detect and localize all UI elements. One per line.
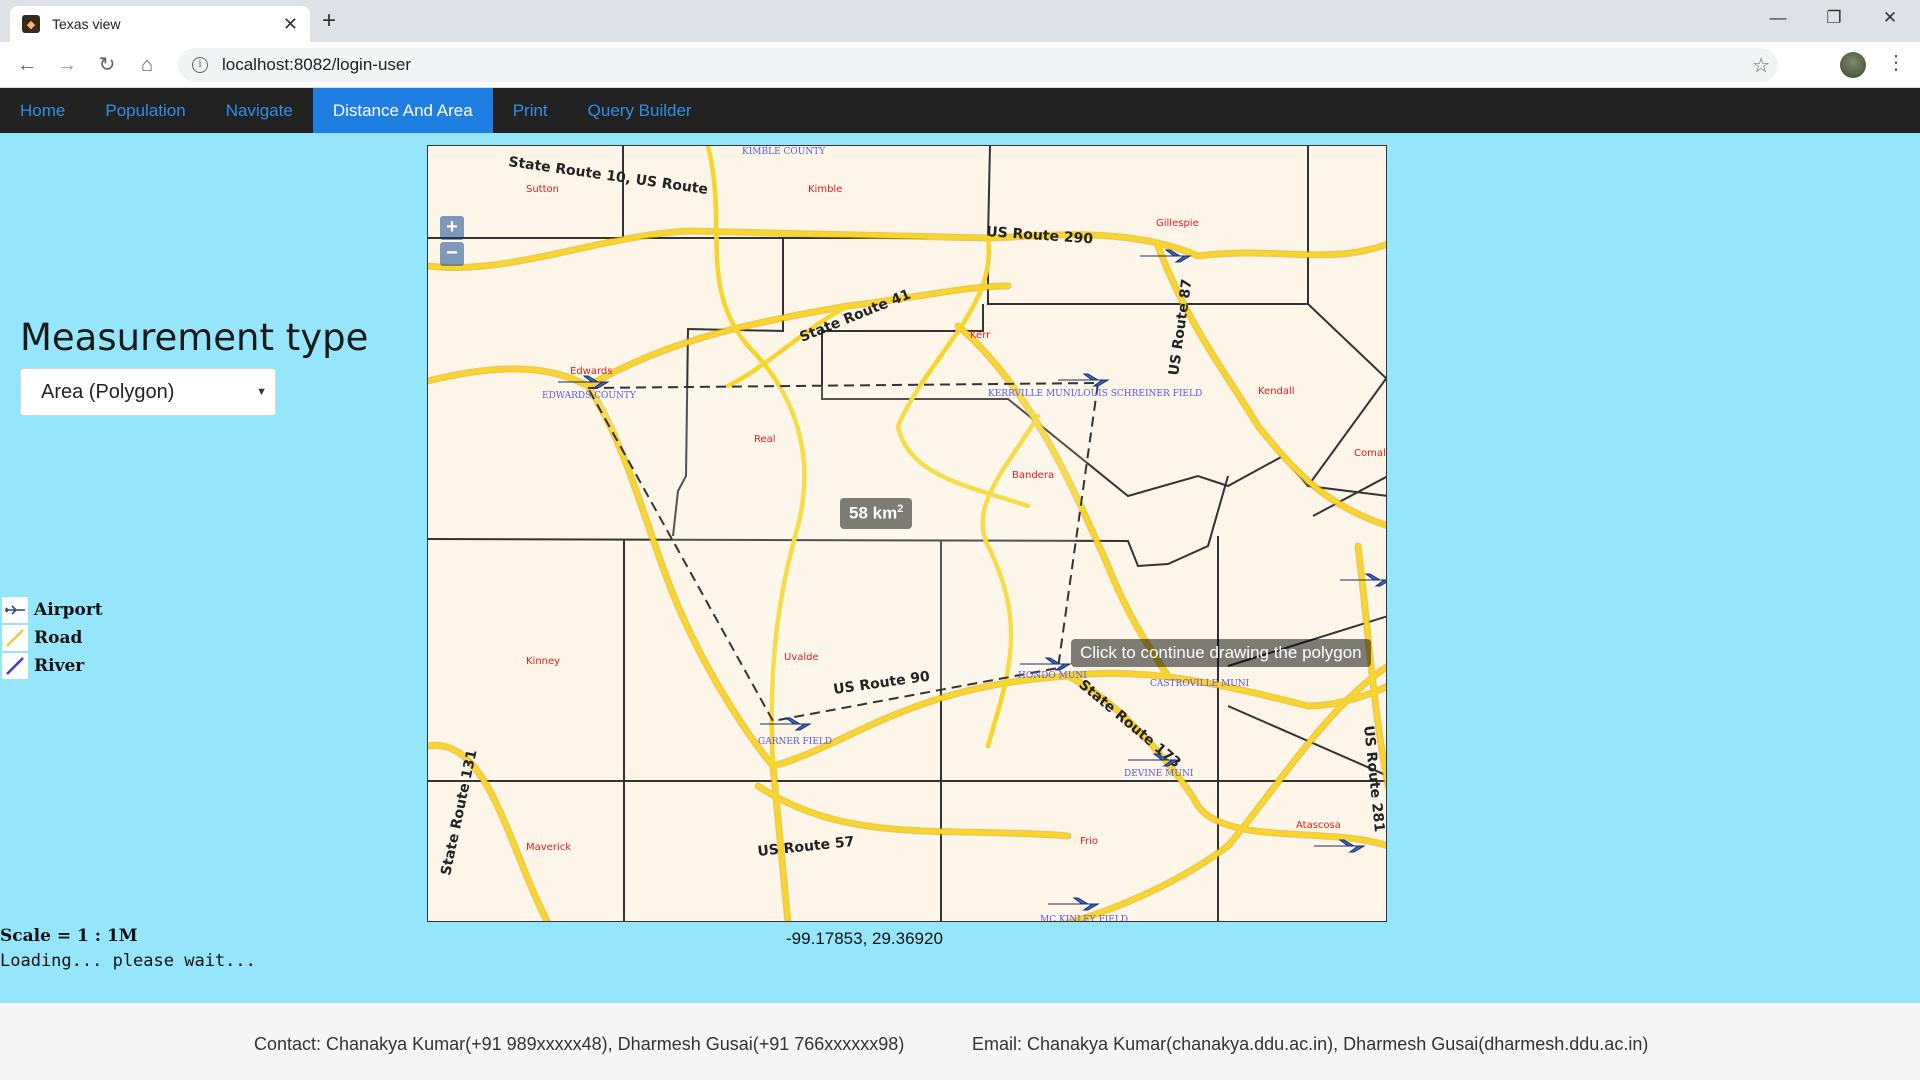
svg-text:Uvalde: Uvalde <box>784 652 819 663</box>
svg-text:KERRVILLE MUNI/LOUIS SCHREINER: KERRVILLE MUNI/LOUIS SCHREINER FIELD <box>988 389 1202 399</box>
map-canvas: Sutton Kimble Gillespie Kerr Edwards Rea… <box>428 146 1386 922</box>
dropdown-caret-icon: ▼ <box>256 386 267 398</box>
forward-arrow-icon[interactable]: → <box>52 50 82 80</box>
mouse-coordinates: -99.17853, 29.36920 <box>786 929 943 948</box>
svg-text:MC KINLEY FIELD: MC KINLEY FIELD <box>1040 915 1128 922</box>
road-line-icon <box>2 625 28 651</box>
svg-text:Kendall: Kendall <box>1258 386 1295 397</box>
legend-label: River <box>34 656 85 676</box>
nav-distance-and-area[interactable]: Distance And Area <box>312 88 493 133</box>
svg-text:HONDO MUNI: HONDO MUNI <box>1018 671 1087 681</box>
map-scale: Scale = 1 : 1M <box>0 926 138 946</box>
svg-text:Sutton: Sutton <box>526 184 559 195</box>
bookmark-star-icon[interactable]: ☆ <box>1752 53 1770 78</box>
url-text: localhost:8082/login-user <box>222 55 412 74</box>
legend-item-road: Road <box>2 624 103 652</box>
svg-text:State Route 131: State Route 131 <box>438 748 480 876</box>
svg-text:DEVINE MUNI: DEVINE MUNI <box>1124 769 1194 779</box>
nav-navigate[interactable]: Navigate <box>206 88 313 133</box>
svg-text:CASTROVILLE MUNI: CASTROVILLE MUNI <box>1150 679 1250 689</box>
airplane-icon <box>2 597 28 623</box>
browser-menu-icon[interactable]: ⋮ <box>1886 50 1906 75</box>
map-legend: Airport Road River <box>2 596 103 680</box>
tab-title: Texas view <box>52 16 121 32</box>
svg-text:US Route 57: US Route 57 <box>757 834 855 860</box>
new-tab-button[interactable]: + <box>322 6 336 36</box>
footer-email: Email: Chanakya Kumar(chanakya.ddu.ac.in… <box>972 1034 1649 1054</box>
svg-text:Gillespie: Gillespie <box>1156 218 1199 229</box>
site-info-icon[interactable]: i <box>192 57 208 73</box>
river-line-icon <box>2 653 28 679</box>
measurement-type-heading: Measurement type <box>20 316 369 359</box>
svg-text:Real: Real <box>754 434 776 445</box>
svg-text:Kerr: Kerr <box>970 330 991 341</box>
browser-toolbar: ← → ↻ ⌂ i localhost:8082/login-user ☆ <box>0 42 1920 88</box>
draw-help-tooltip: Click to continue drawing the polygon <box>1071 639 1371 667</box>
legend-label: Road <box>34 628 83 648</box>
minimize-icon[interactable]: — <box>1758 4 1798 32</box>
svg-text:Frio: Frio <box>1080 836 1098 847</box>
nav-home[interactable]: Home <box>0 88 85 133</box>
page-footer: Contact: Chanakya Kumar(+91 989xxxxx48),… <box>0 1003 1920 1080</box>
nav-query-builder[interactable]: Query Builder <box>568 88 712 133</box>
loading-status: Loading... please wait... <box>0 951 256 971</box>
svg-text:State Route 41: State Route 41 <box>798 287 914 346</box>
footer-contact: Contact: Chanakya Kumar(+91 989xxxxx48),… <box>254 1034 905 1054</box>
tab-strip: ◆ Texas view ✕ + — ❐ ✕ <box>0 0 1920 42</box>
svg-text:US Route 87: US Route 87 <box>1166 278 1195 377</box>
svg-text:Edwards: Edwards <box>570 366 612 377</box>
restore-icon[interactable]: ❐ <box>1814 4 1854 32</box>
area-measure-tooltip: 58 km2 <box>840 498 913 529</box>
area-unit-exponent: 2 <box>897 503 904 515</box>
zoom-in-button[interactable]: + <box>440 216 464 240</box>
measurement-type-value: Area (Polygon) <box>41 381 175 403</box>
nav-population[interactable]: Population <box>85 88 205 133</box>
legend-item-river: River <box>2 652 103 680</box>
site-favicon-icon: ◆ <box>22 15 40 33</box>
svg-text:Bandera: Bandera <box>1012 470 1054 481</box>
app-navbar: Home Population Navigate Distance And Ar… <box>0 88 1920 133</box>
close-tab-icon[interactable]: ✕ <box>283 14 298 35</box>
svg-text:Kimble: Kimble <box>808 184 842 195</box>
svg-text:Kinney: Kinney <box>526 656 560 667</box>
nav-print[interactable]: Print <box>493 88 568 133</box>
reload-icon[interactable]: ↻ <box>92 50 122 80</box>
map-view[interactable]: Sutton Kimble Gillespie Kerr Edwards Rea… <box>427 145 1387 922</box>
svg-text:KIMBLE COUNTY: KIMBLE COUNTY <box>742 147 826 157</box>
legend-item-airport: Airport <box>2 596 103 624</box>
svg-text:Maverick: Maverick <box>526 842 571 853</box>
svg-text:GARNER FIELD: GARNER FIELD <box>758 737 832 747</box>
home-icon[interactable]: ⌂ <box>132 50 162 80</box>
measurement-type-select[interactable]: Area (Polygon) ▼ <box>20 368 276 416</box>
zoom-out-button[interactable]: − <box>440 242 464 266</box>
profile-avatar[interactable] <box>1840 52 1866 78</box>
back-arrow-icon[interactable]: ← <box>12 50 42 80</box>
svg-text:Atascosa: Atascosa <box>1296 820 1341 831</box>
legend-label: Airport <box>34 600 103 620</box>
svg-text:Comal: Comal <box>1354 448 1386 459</box>
svg-text:EDWARDS COUNTY: EDWARDS COUNTY <box>542 391 637 401</box>
address-bar[interactable]: i localhost:8082/login-user ☆ <box>178 48 1778 82</box>
area-value: 58 km <box>849 503 898 523</box>
svg-text:State Route 173: State Route 173 <box>1075 677 1183 771</box>
svg-text:US Route 290: US Route 290 <box>986 224 1094 247</box>
close-window-icon[interactable]: ✕ <box>1870 4 1910 32</box>
browser-tab[interactable]: ◆ Texas view ✕ <box>10 6 310 42</box>
